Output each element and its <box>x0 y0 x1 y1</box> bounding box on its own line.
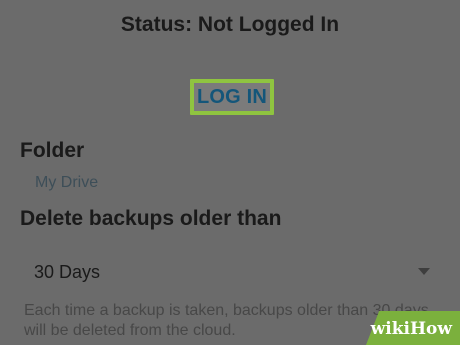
folder-value-link[interactable]: My Drive <box>35 173 98 193</box>
folder-label: Folder <box>20 139 85 162</box>
wikihow-logo-text: wikiHow <box>371 319 452 339</box>
retention-days-value: 30 Days <box>34 262 101 282</box>
status-title: Status: Not Logged In <box>120 13 340 36</box>
wikihow-logo-how: How <box>409 319 452 339</box>
retention-days-dropdown[interactable]: 30 Days <box>34 255 438 289</box>
dropdown-arrow-icon <box>418 268 430 275</box>
wikihow-logo-wiki: wiki <box>370 319 410 339</box>
login-button[interactable]: LOG IN <box>190 79 274 115</box>
delete-backups-label: Delete backups older than <box>20 207 282 230</box>
